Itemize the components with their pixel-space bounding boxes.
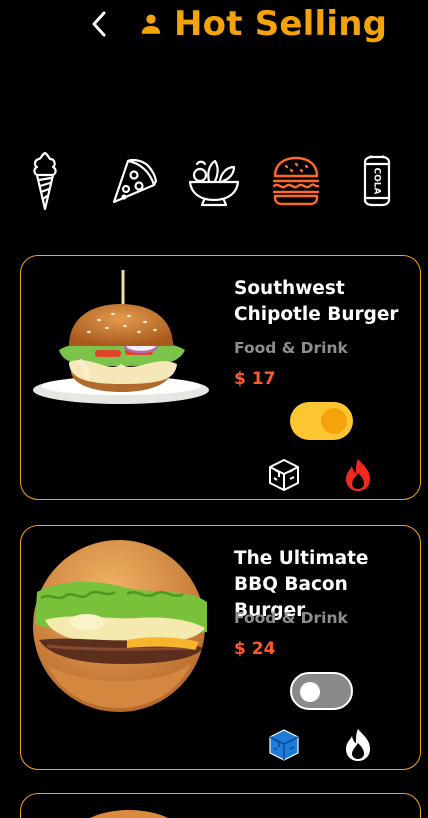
- product-price: $ 24: [234, 639, 276, 659]
- category-burger[interactable]: [266, 146, 326, 216]
- chevron-left-icon: [92, 11, 106, 37]
- product-card[interactable]: The Ultimate BBQ Bacon Burger Food & Dri…: [20, 525, 421, 770]
- category-pizza[interactable]: [102, 146, 162, 216]
- ice-cream-icon: [33, 151, 57, 211]
- product-name: Southwest Chipotle Burger: [234, 278, 399, 325]
- availability-toggle[interactable]: [290, 672, 353, 710]
- header: Hot Selling: [0, 0, 428, 52]
- product-price: $ 17: [234, 369, 276, 389]
- ice-cube-icon[interactable]: [267, 458, 301, 492]
- product-card[interactable]: Southwest Chipotle Burger Food & Drink $…: [20, 255, 421, 500]
- page-title: Hot Selling: [174, 4, 388, 44]
- category-salad[interactable]: [184, 146, 244, 216]
- product-category: Food & Drink: [234, 339, 348, 357]
- toggle-knob: [321, 408, 347, 434]
- burger-image: [90, 810, 168, 818]
- cola-icon: COLA: [363, 155, 391, 207]
- flame-icon[interactable]: [342, 458, 374, 492]
- category-bar: COLA: [0, 146, 428, 216]
- salad-icon: [188, 159, 240, 207]
- flame-icon[interactable]: [342, 728, 374, 762]
- product-category: Food & Drink: [234, 609, 348, 627]
- burger-icon: [272, 156, 320, 206]
- burger-image: [33, 540, 207, 712]
- availability-toggle[interactable]: [290, 402, 353, 440]
- person-icon: [141, 14, 161, 34]
- back-button[interactable]: [84, 8, 114, 40]
- title-group: Hot Selling: [138, 2, 387, 46]
- svg-text:COLA: COLA: [372, 168, 382, 195]
- pizza-icon: [112, 158, 158, 204]
- ice-cube-icon[interactable]: [267, 728, 301, 762]
- burger-image: [33, 270, 209, 404]
- category-ice-cream[interactable]: [15, 146, 75, 216]
- category-cola[interactable]: COLA: [347, 146, 407, 216]
- toggle-knob: [300, 682, 320, 702]
- product-card[interactable]: [20, 793, 421, 818]
